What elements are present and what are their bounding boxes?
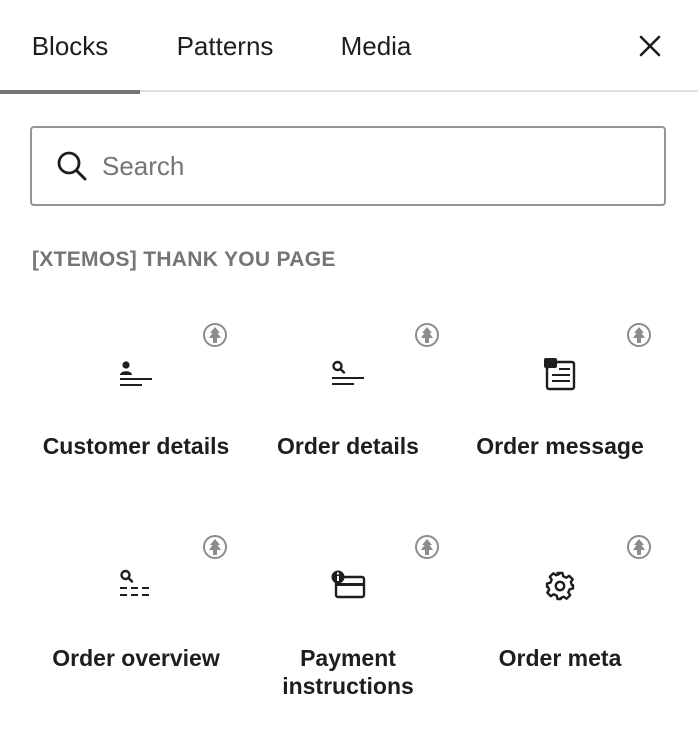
block-label: Order meta (498, 645, 622, 671)
customer-details-icon (120, 361, 152, 386)
order-details-icon (332, 360, 364, 385)
block-label: Order overview (52, 645, 220, 671)
payment-instructions-icon (331, 570, 366, 599)
pro-badge-icon (203, 323, 227, 347)
search-box (30, 126, 666, 206)
pro-badge-icon (203, 535, 227, 559)
block-label: Customer details (42, 433, 230, 459)
block-order-message[interactable]: Order message (454, 300, 666, 512)
close-button[interactable] (626, 22, 674, 70)
block-order-meta[interactable]: Order meta (454, 512, 666, 724)
pro-badge-icon (415, 535, 439, 559)
tab-media[interactable]: Media (322, 0, 430, 92)
close-icon (639, 35, 661, 57)
gear-icon (545, 571, 575, 601)
block-payment-instructions[interactable]: Payment instructions (242, 512, 454, 724)
inserter-tabs: Blocks Patterns Media (0, 0, 698, 94)
pro-badge-icon (627, 535, 651, 559)
tab-blocks[interactable]: Blocks (0, 0, 140, 92)
pro-badge-icon (415, 323, 439, 347)
category-title: [XTEMOS] THANK YOU PAGE (32, 248, 336, 271)
block-label: Payment instructions (282, 645, 414, 699)
tab-patterns[interactable]: Patterns (155, 0, 295, 92)
active-tab-indicator (0, 90, 140, 94)
order-message-icon (544, 358, 576, 391)
block-label: Order message (476, 433, 644, 459)
block-customer-details[interactable]: Customer details (30, 300, 242, 512)
block-order-overview[interactable]: Order overview (30, 512, 242, 724)
search-input[interactable] (102, 128, 642, 204)
block-label: Order details (277, 433, 419, 459)
order-overview-icon (120, 569, 149, 596)
pro-badge-icon (627, 323, 651, 347)
block-order-details[interactable]: Order details (242, 300, 454, 512)
search-icon (57, 151, 87, 181)
